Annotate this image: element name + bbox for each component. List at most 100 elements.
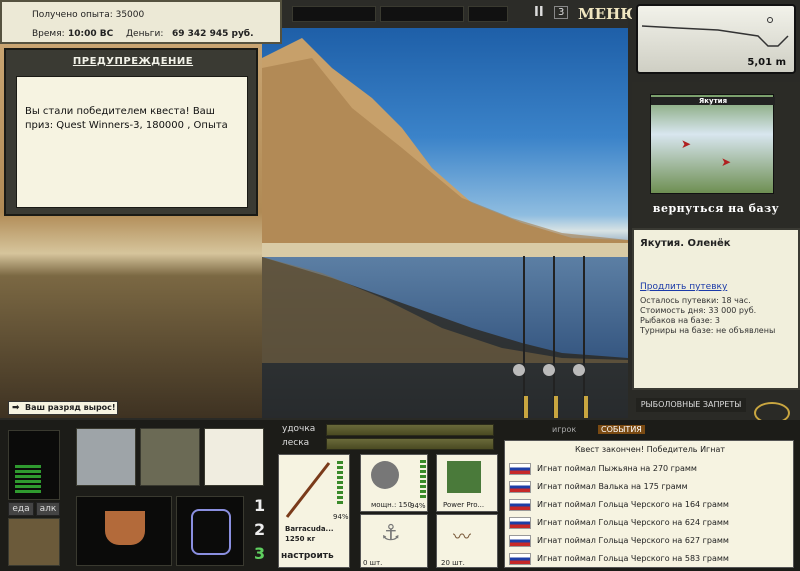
fishing-rod-icon [285, 462, 331, 518]
event-text: Игнат поймал Гольца Черского на 627 грам… [537, 536, 729, 545]
warning-title: ПРЕДУПРЕЖДЕНИЕ [72, 56, 194, 67]
keepnet-icon[interactable] [176, 496, 244, 566]
top-slot-1 [292, 6, 376, 22]
time-value: 10:00 ВС [68, 29, 114, 39]
time-label: Время: [32, 29, 65, 39]
event-text: Игнат поймал Пыжьяна на 270 грамм [537, 464, 697, 473]
rod-3[interactable] [584, 396, 588, 418]
treasure-chest-icon[interactable] [8, 518, 60, 566]
fishing-scene[interactable] [262, 28, 628, 418]
permit-remaining: Осталось путевки: 18 час. [640, 296, 751, 305]
top-slot-2 [380, 6, 464, 22]
event-text: Игнат поймал Гольца Черского на 583 грам… [537, 554, 729, 563]
setup-button[interactable]: настроить [281, 551, 334, 561]
money-value: 69 342 945 руб. [172, 29, 254, 39]
rod-slot[interactable]: 94% Barracuda... 1250 кг настроить [278, 454, 350, 568]
rod-1[interactable] [524, 396, 528, 418]
basket-shape [105, 511, 145, 545]
rank-up-text: Ваш разряд вырос! [25, 403, 116, 412]
rod-durability-bar [337, 461, 343, 505]
experience-text: Получено опыта: 35000 [32, 10, 145, 20]
fishing-bans-button[interactable]: РЫБОЛОВНЫЕ ЗАПРЕТЫ [636, 398, 746, 412]
event-row: Игнат поймал Гольца Черского на 583 грам… [509, 551, 729, 566]
rank-up-notice[interactable]: ➡ Ваш разряд вырос! [8, 401, 118, 415]
top-bar: II 3 [282, 0, 628, 28]
arrow-right-icon: ➡ [12, 403, 20, 413]
russia-flag-icon [509, 552, 531, 565]
rod-label: удочка [282, 424, 316, 434]
line-tension-bar [326, 438, 494, 450]
russia-flag-icon [509, 516, 531, 529]
fish-icon: ➤ [681, 137, 692, 151]
tournaments-status: Турниры на базе: не объявлены [640, 326, 776, 335]
bait-icon: 〰 [453, 527, 471, 548]
reel-durability-bar [420, 460, 426, 500]
fish-icon: ➤ [721, 155, 732, 169]
hook-icon: ⚓ [381, 521, 401, 546]
extend-permit-link[interactable]: Продлить путевку [640, 282, 727, 292]
rod-percent: 94% [333, 513, 349, 521]
slot-3-button[interactable]: 3 [254, 544, 265, 563]
hook-count: 0 шт. [363, 559, 383, 567]
event-text: Игнат поймал Гольца Черского на 624 грам… [537, 518, 729, 527]
warning-message: Вы стали победителем квеста! Ваш приз: Q… [25, 106, 228, 131]
line-label: леска [282, 438, 310, 448]
menu-button[interactable]: МЕНЮ [578, 5, 640, 23]
event-text: Игнат поймал Валька на 175 грамм [537, 482, 688, 491]
line-spool-icon [447, 461, 481, 493]
map-thumb-title: Якутия [651, 97, 775, 105]
russia-flag-icon [509, 462, 531, 475]
pause-button[interactable]: II [534, 5, 544, 20]
notepad-icon[interactable] [204, 428, 264, 486]
rod-weight: 1250 кг [285, 535, 316, 543]
event-row: Игнат поймал Пыжьяна на 270 грамм [509, 461, 697, 476]
energy-bar [15, 465, 41, 495]
location-map-panel: Якутия ➤ ➤ вернуться на базу [632, 82, 800, 228]
event-row: Игнат поймал Гольца Черского на 624 грам… [509, 515, 729, 530]
slot-1-button[interactable]: 1 [254, 496, 265, 515]
tab-player[interactable]: игрок [552, 425, 576, 434]
russia-flag-icon [509, 498, 531, 511]
fish-basket-icon[interactable] [76, 496, 172, 566]
line-name: Power Pro... [443, 501, 485, 509]
bait-slot[interactable]: 〰 20 шт. [436, 514, 498, 568]
net-shape [191, 509, 231, 555]
reel-power: мощн.: 150 [371, 501, 412, 509]
events-log: Квест закончен! Победитель Игнат Игнат п… [504, 440, 794, 568]
event-text: Игнат поймал Гольца Черского на 164 грам… [537, 500, 729, 509]
player-info-panel: Получено опыта: 35000 Время: 10:00 ВС Де… [0, 0, 282, 44]
reel-icon [371, 461, 399, 489]
top-slot-3 [468, 6, 508, 22]
food-button[interactable]: еда [8, 502, 34, 516]
money-label: Деньги: [126, 29, 164, 39]
bait-count: 20 шт. [441, 559, 465, 567]
rod-name: Barracuda... [285, 525, 334, 533]
rod-tension-bar [326, 424, 494, 436]
depth-value: 5,01 m [747, 57, 786, 68]
event-row: Игнат поймал Валька на 175 грамм [509, 479, 688, 494]
reel-percent: 94% [410, 502, 426, 510]
slot-2-button[interactable]: 2 [254, 520, 265, 539]
depth-meter: 5,01 m [632, 0, 800, 82]
tab-events[interactable]: СОБЫТИЯ [598, 425, 645, 434]
location-info-panel: Якутия. Оленёк Продлить путевку Осталось… [632, 228, 800, 390]
energy-meter [8, 430, 60, 500]
event-row: Игнат поймал Гольца Черского на 627 грам… [509, 533, 729, 548]
russia-flag-icon [509, 534, 531, 547]
russia-flag-icon [509, 480, 531, 493]
hook-slot[interactable]: ⚓ 0 шт. [360, 514, 428, 568]
return-to-base-button[interactable]: вернуться на базу [638, 202, 794, 220]
rod-2[interactable] [554, 396, 558, 418]
backpack-icon[interactable] [140, 428, 200, 486]
alcohol-button[interactable]: алк [36, 502, 60, 516]
warning-message-box: Вы стали победителем квеста! Ваш приз: Q… [16, 76, 248, 208]
location-map-thumbnail[interactable]: Якутия ➤ ➤ [650, 94, 775, 194]
location-name: Якутия. Оленёк [640, 238, 731, 249]
event-row: Игнат поймал Гольца Черского на 164 грам… [509, 497, 729, 512]
day-cost: Стоимость дня: 33 000 руб. [640, 306, 757, 315]
line-slot[interactable]: Power Pro... [436, 454, 498, 512]
fishers-on-base: Рыбаков на базе: 3 [640, 316, 720, 325]
speed-button[interactable]: 3 [554, 6, 569, 19]
cliff-landscape [262, 38, 628, 418]
tackle-box-icon[interactable] [76, 428, 136, 486]
